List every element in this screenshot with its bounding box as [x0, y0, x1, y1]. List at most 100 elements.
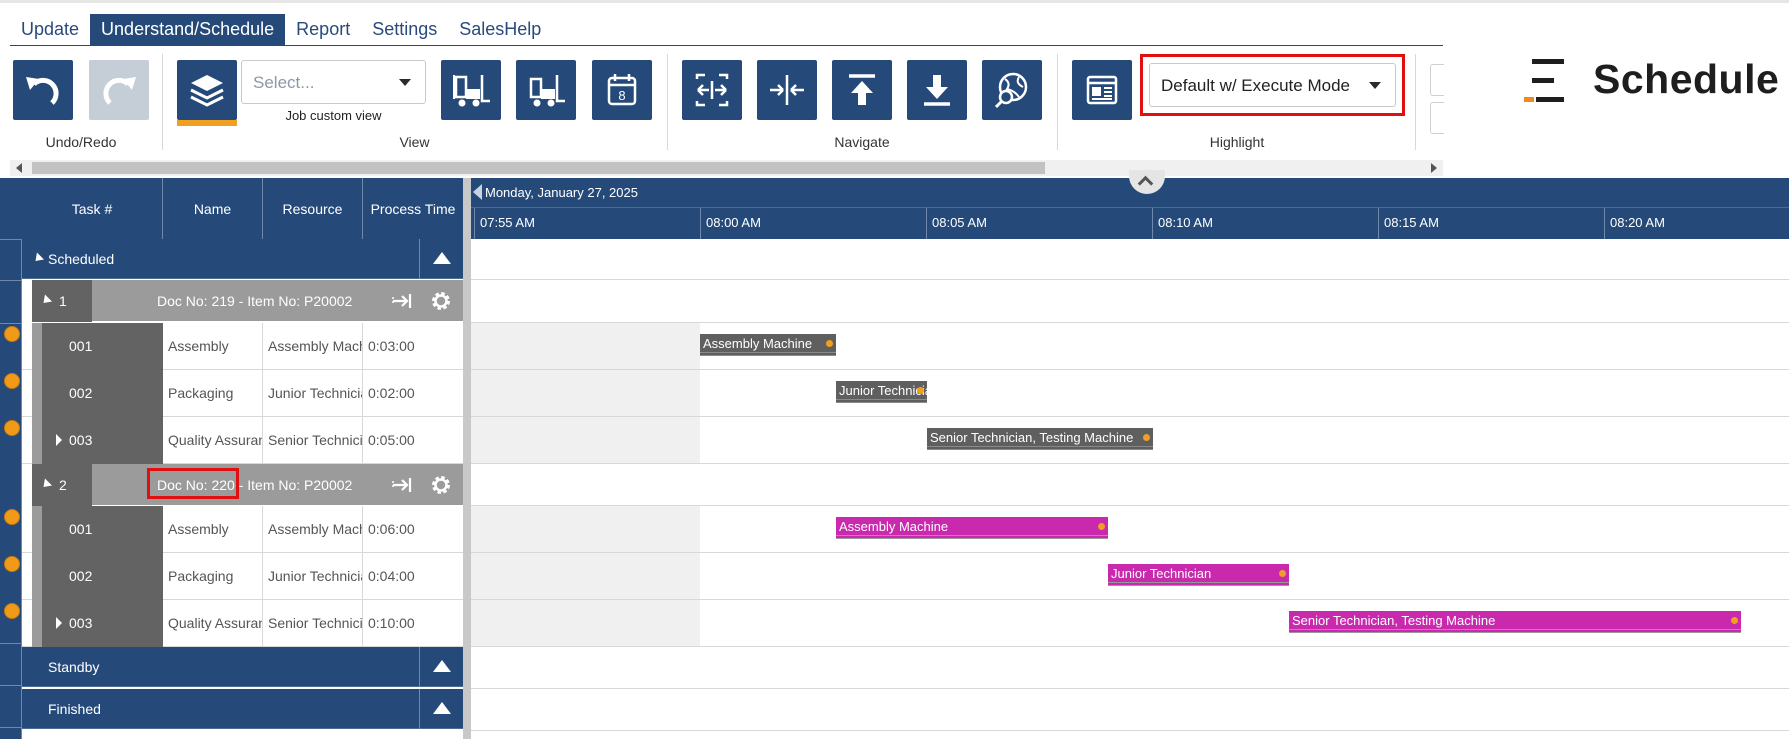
triangle-up-icon	[433, 660, 451, 672]
column-header-task[interactable]: Task #	[22, 178, 163, 239]
bar-end-dot	[1143, 434, 1150, 441]
gantt-bar[interactable]: Junior Technician	[836, 381, 927, 403]
task-resource: Junior Technician	[263, 370, 363, 417]
gantt-bar-label: Assembly Machine	[703, 336, 813, 351]
forklift-icon	[529, 75, 565, 107]
tab-report[interactable]: Report	[285, 14, 361, 45]
status-dot	[4, 326, 20, 342]
task-resource: Junior Technician	[263, 553, 363, 600]
collapse-ribbon-button[interactable]	[1129, 170, 1165, 194]
task-id: 001	[69, 338, 93, 354]
task-name: Assembly	[163, 323, 263, 370]
redo-button[interactable]	[89, 60, 149, 120]
tab-saleshelp[interactable]: SalesHelp	[448, 14, 552, 45]
section-label: Finished	[48, 701, 101, 717]
expand-horizontal-button[interactable]	[682, 60, 742, 120]
svg-text:8: 8	[618, 88, 625, 103]
timeline-body[interactable]: Assembly Machine Junior Technician Senio…	[471, 239, 1789, 739]
move-to-top-button[interactable]	[832, 60, 892, 120]
tab-understand-schedule[interactable]: Understand/Schedule	[90, 14, 286, 45]
gantt-bar[interactable]: Assembly Machine	[836, 517, 1108, 539]
top-border	[0, 0, 1789, 3]
scroll-right-arrow-icon[interactable]	[1431, 163, 1437, 173]
task-id: 002	[69, 385, 93, 401]
pane-splitter[interactable]	[463, 178, 471, 739]
column-header-process-time[interactable]: Process Time	[363, 178, 463, 239]
partial-control[interactable]	[1430, 102, 1444, 134]
arrow-to-bar-icon[interactable]	[390, 289, 414, 313]
globe-search-icon	[994, 72, 1028, 109]
layers-icon	[190, 75, 224, 107]
move-to-bottom-button[interactable]	[907, 60, 967, 120]
gantt-bar[interactable]: Senior Technician, Testing Machine	[1289, 611, 1741, 633]
time-tick: 08:05 AM	[926, 208, 1152, 239]
bar-end-dot	[917, 387, 924, 394]
status-dot	[4, 603, 20, 619]
bar-end-dot	[1279, 570, 1286, 577]
collapse-triangle-icon[interactable]	[39, 478, 53, 491]
highlight-mode-value: Default w/ Execute Mode	[1161, 76, 1350, 95]
view-select-placeholder: Select...	[253, 73, 315, 92]
section-scheduled[interactable]: Scheduled	[22, 239, 463, 279]
task-row[interactable]: 001 Assembly Assembly Machine 0:06:00	[22, 506, 463, 553]
collapse-triangle-icon[interactable]	[31, 252, 45, 265]
task-row[interactable]: 003 Quality Assurance Senior Technician …	[22, 417, 463, 464]
gear-icon[interactable]	[429, 473, 453, 497]
scroll-left-arrow-icon[interactable]	[16, 163, 22, 173]
ribbon-separator	[667, 54, 668, 150]
arrow-to-bar-icon[interactable]	[390, 473, 414, 497]
column-header-name[interactable]: Name	[163, 178, 263, 239]
gantt-bar-label: Junior Technician	[839, 383, 927, 398]
layers-button[interactable]	[177, 60, 237, 120]
calendar-button[interactable]: 8	[592, 60, 652, 120]
timeline-date: Monday, January 27, 2025	[485, 185, 638, 200]
report-view-button[interactable]	[1072, 60, 1132, 120]
job-row[interactable]: 1 Doc No: 219 - Item No: P20002	[32, 280, 463, 322]
gantt-bar[interactable]: Junior Technician	[1108, 564, 1289, 586]
tab-update[interactable]: Update	[10, 14, 90, 45]
gantt-bar[interactable]: Assembly Machine	[700, 334, 836, 356]
undo-icon	[26, 77, 59, 105]
scrollbar-thumb[interactable]	[32, 162, 1045, 174]
forklift-button[interactable]	[516, 60, 576, 120]
all-forklifts-button[interactable]	[441, 60, 501, 120]
tab-settings[interactable]: Settings	[361, 14, 448, 45]
expand-triangle-icon[interactable]	[56, 617, 62, 629]
grid-header: Task # Name Resource Process Time	[0, 178, 463, 239]
global-search-button[interactable]	[982, 60, 1042, 120]
task-row[interactable]: 002 Packaging Junior Technician 0:04:00	[22, 553, 463, 600]
undo-button[interactable]	[13, 60, 73, 120]
expand-triangle-icon[interactable]	[56, 434, 62, 446]
collapse-horizontal-button[interactable]	[757, 60, 817, 120]
task-id-cell: 002	[42, 370, 163, 417]
logo-mark-icon	[1524, 58, 1570, 104]
task-name: Quality Assurance	[163, 600, 263, 647]
task-process-time: 0:03:00	[368, 338, 415, 354]
section-up-button[interactable]	[419, 239, 463, 279]
collapse-arrows-icon	[770, 75, 804, 105]
view-select[interactable]: Select...	[241, 60, 426, 104]
section-standby[interactable]: Standby	[22, 647, 463, 687]
collapse-triangle-icon[interactable]	[39, 294, 53, 307]
partial-control[interactable]	[1430, 64, 1444, 96]
column-header-resource[interactable]: Resource	[263, 178, 363, 239]
group-label-view: View	[399, 134, 430, 150]
gantt-bar[interactable]: Senior Technician, Testing Machine	[927, 428, 1153, 450]
highlight-mode-select[interactable]: Default w/ Execute Mode	[1149, 63, 1396, 107]
task-row[interactable]: 003 Quality Assurance Senior Technician …	[22, 600, 463, 647]
gear-icon[interactable]	[429, 289, 453, 313]
task-row[interactable]: 002 Packaging Junior Technician 0:02:00	[22, 370, 463, 417]
section-label: Scheduled	[48, 251, 115, 267]
section-up-button[interactable]	[419, 689, 463, 729]
section-finished[interactable]: Finished	[22, 689, 463, 729]
ribbon-scrollbar[interactable]	[10, 160, 1443, 176]
task-row[interactable]: 001 Assembly Assembly Machine 0:03:00	[22, 323, 463, 370]
bar-end-dot	[826, 340, 833, 347]
expand-arrows-icon	[695, 73, 729, 107]
past-time-zone	[471, 506, 700, 647]
chevron-left-icon[interactable]	[473, 184, 482, 200]
job-row[interactable]: 2 Doc No: 220 - Item No: P20002	[32, 464, 463, 506]
job-number: 2	[59, 477, 67, 493]
section-up-button[interactable]	[419, 647, 463, 687]
app-logo: Schedule	[1524, 56, 1784, 106]
